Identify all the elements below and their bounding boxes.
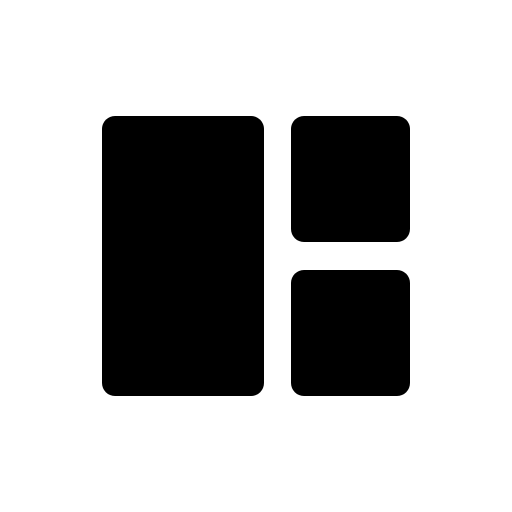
icon-canvas xyxy=(0,0,512,512)
icon-panel-top-right xyxy=(291,116,410,242)
layout-columns-icon xyxy=(102,116,410,396)
icon-panel-bottom-right xyxy=(291,270,410,396)
icon-panel-large xyxy=(102,116,264,396)
